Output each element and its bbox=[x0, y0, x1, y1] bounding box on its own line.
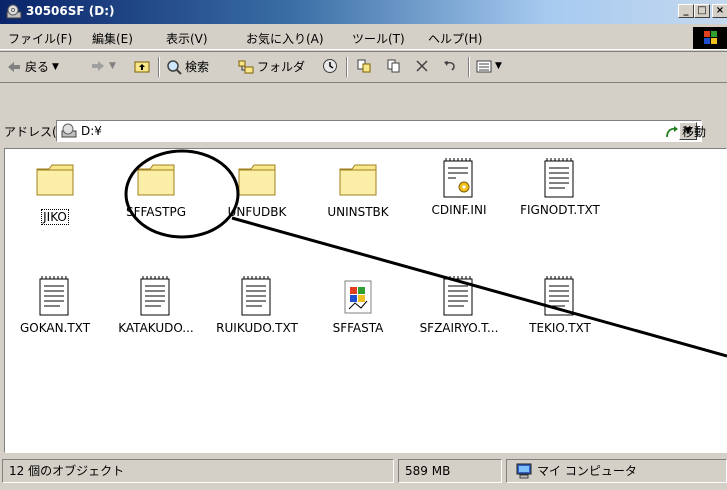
close-button[interactable]: × bbox=[712, 4, 727, 18]
address-bar: アドレス(D) D:¥ ▼ 移動 bbox=[0, 117, 727, 145]
status-size: 589 MB bbox=[398, 459, 502, 483]
folders-icon bbox=[238, 60, 254, 73]
status-bar: 12 個のオブジェクト 589 MB マイ コンピュータ bbox=[0, 456, 727, 490]
up-folder-icon bbox=[134, 61, 150, 73]
text-file-icon bbox=[39, 276, 69, 316]
menu-bar: ファイル(F) 編集(E) 表示(V) お気に入り(A) ツール(T) ヘルプ(… bbox=[0, 27, 727, 50]
folder-icon bbox=[36, 164, 74, 196]
file-name: TEKIO.TXT bbox=[529, 321, 591, 335]
go-arrow-icon bbox=[666, 125, 678, 137]
move-to-icon bbox=[357, 59, 371, 73]
copy-to-button[interactable] bbox=[386, 58, 402, 74]
file-list-view[interactable]: JIKO SFFASTPG UNFUDBK UNINSTBK CDINF.INI FIGN… bbox=[4, 148, 727, 453]
toolbar: 戻る ▼ ▼ 検索 フォルダ ▼ bbox=[0, 51, 727, 83]
address-value: D:¥ bbox=[81, 124, 102, 138]
delete-button[interactable] bbox=[414, 58, 430, 74]
file-name: UNFUDBK bbox=[227, 205, 287, 219]
file-name: GOKAN.TXT bbox=[19, 321, 91, 335]
toolbar-separator bbox=[346, 57, 348, 77]
file-item[interactable]: UNINSTBK bbox=[310, 161, 406, 219]
search-icon bbox=[167, 59, 182, 75]
file-item[interactable]: CDINF.INI bbox=[411, 157, 507, 217]
file-name: RUIKUDO.TXT bbox=[216, 321, 298, 335]
file-item[interactable]: SFFASTA bbox=[310, 275, 406, 335]
file-item[interactable]: KATAKUDO... bbox=[108, 275, 204, 335]
go-label: 移動 bbox=[682, 125, 707, 139]
application-icon bbox=[344, 280, 372, 314]
copy-to-icon bbox=[387, 59, 400, 73]
file-name: KATAKUDO... bbox=[118, 321, 194, 335]
window-title: 30506SF (D:) bbox=[26, 4, 115, 18]
up-folder-button[interactable] bbox=[134, 58, 150, 74]
maximize-button[interactable]: □ bbox=[694, 4, 710, 18]
text-file-icon bbox=[140, 276, 170, 316]
toolbar-separator bbox=[158, 57, 160, 77]
file-name: UNINSTBK bbox=[327, 205, 389, 219]
address-input[interactable]: D:¥ ▼ bbox=[56, 120, 702, 142]
views-icon bbox=[476, 60, 492, 73]
text-file-icon bbox=[443, 276, 473, 316]
folder-icon bbox=[238, 164, 276, 196]
status-location: マイ コンピュータ bbox=[506, 459, 727, 483]
status-object-count: 12 個のオブジェクト bbox=[2, 459, 394, 483]
file-name: SFZAIRYO.T... bbox=[419, 321, 499, 335]
status-location-label: マイ コンピュータ bbox=[537, 464, 637, 478]
menu-view[interactable]: 表示(V) bbox=[166, 30, 208, 47]
file-item[interactable]: SFFASTPG bbox=[108, 161, 204, 219]
file-item[interactable]: SFZAIRYO.T... bbox=[411, 275, 507, 335]
toolbar-separator bbox=[468, 57, 470, 77]
file-item[interactable]: TEKIO.TXT bbox=[512, 275, 608, 335]
back-arrow-icon bbox=[8, 61, 20, 72]
text-file-icon bbox=[544, 158, 574, 198]
settings-file-icon bbox=[443, 158, 473, 198]
move-to-button[interactable] bbox=[356, 58, 372, 74]
go-button[interactable]: 移動 bbox=[664, 123, 706, 140]
file-name: CDINF.INI bbox=[431, 203, 487, 217]
file-item[interactable]: JIKO bbox=[7, 161, 103, 225]
file-item[interactable]: RUIKUDO.TXT bbox=[209, 275, 305, 335]
menu-favorites[interactable]: お気に入り(A) bbox=[246, 30, 324, 47]
menu-tools[interactable]: ツール(T) bbox=[352, 30, 405, 47]
drive-icon bbox=[61, 123, 77, 138]
minimize-button[interactable]: _ bbox=[678, 4, 694, 18]
back-button[interactable]: 戻る ▼ bbox=[6, 58, 59, 75]
file-item[interactable]: GOKAN.TXT bbox=[7, 275, 103, 335]
menu-file[interactable]: ファイル(F) bbox=[8, 30, 72, 47]
folders-button[interactable]: フォルダ bbox=[238, 58, 305, 75]
file-name: SFFASTA bbox=[332, 321, 384, 335]
file-name-focused: JIKO bbox=[41, 209, 69, 225]
folders-label: フォルダ bbox=[257, 60, 306, 74]
file-name: JIKO bbox=[7, 205, 103, 225]
folder-icon bbox=[137, 164, 175, 196]
undo-button[interactable] bbox=[442, 58, 458, 74]
file-name: SFFASTPG bbox=[125, 205, 186, 219]
undo-icon bbox=[444, 61, 455, 71]
search-label: 検索 bbox=[185, 60, 210, 74]
folder-icon bbox=[339, 164, 377, 196]
forward-button[interactable]: ▼ bbox=[90, 58, 116, 74]
file-item[interactable]: FIGNODT.TXT bbox=[512, 157, 608, 217]
windows-logo-icon bbox=[693, 27, 727, 49]
delete-icon bbox=[416, 60, 428, 72]
my-computer-icon bbox=[516, 463, 532, 479]
history-icon bbox=[323, 59, 337, 73]
title-bar[interactable]: 30506SF (D:) _ □ × bbox=[0, 0, 727, 24]
file-name: FIGNODT.TXT bbox=[520, 203, 600, 217]
menu-help[interactable]: ヘルプ(H) bbox=[428, 30, 482, 47]
search-button[interactable]: 検索 bbox=[166, 58, 209, 75]
history-button[interactable] bbox=[322, 58, 338, 74]
explorer-window: 30506SF (D:) _ □ × ファイル(F) 編集(E) 表示(V) お… bbox=[0, 0, 727, 490]
forward-arrow-icon bbox=[92, 61, 104, 71]
text-file-icon bbox=[241, 276, 271, 316]
menu-edit[interactable]: 編集(E) bbox=[92, 30, 133, 47]
text-file-icon bbox=[544, 276, 574, 316]
forward-dropdown-icon[interactable]: ▼ bbox=[109, 61, 116, 71]
views-dropdown-icon[interactable]: ▼ bbox=[495, 61, 502, 71]
file-item[interactable]: UNFUDBK bbox=[209, 161, 305, 219]
views-button[interactable]: ▼ bbox=[476, 58, 502, 74]
drive-icon bbox=[6, 4, 22, 19]
back-label: 戻る bbox=[25, 60, 50, 74]
back-dropdown-icon[interactable]: ▼ bbox=[52, 62, 59, 72]
